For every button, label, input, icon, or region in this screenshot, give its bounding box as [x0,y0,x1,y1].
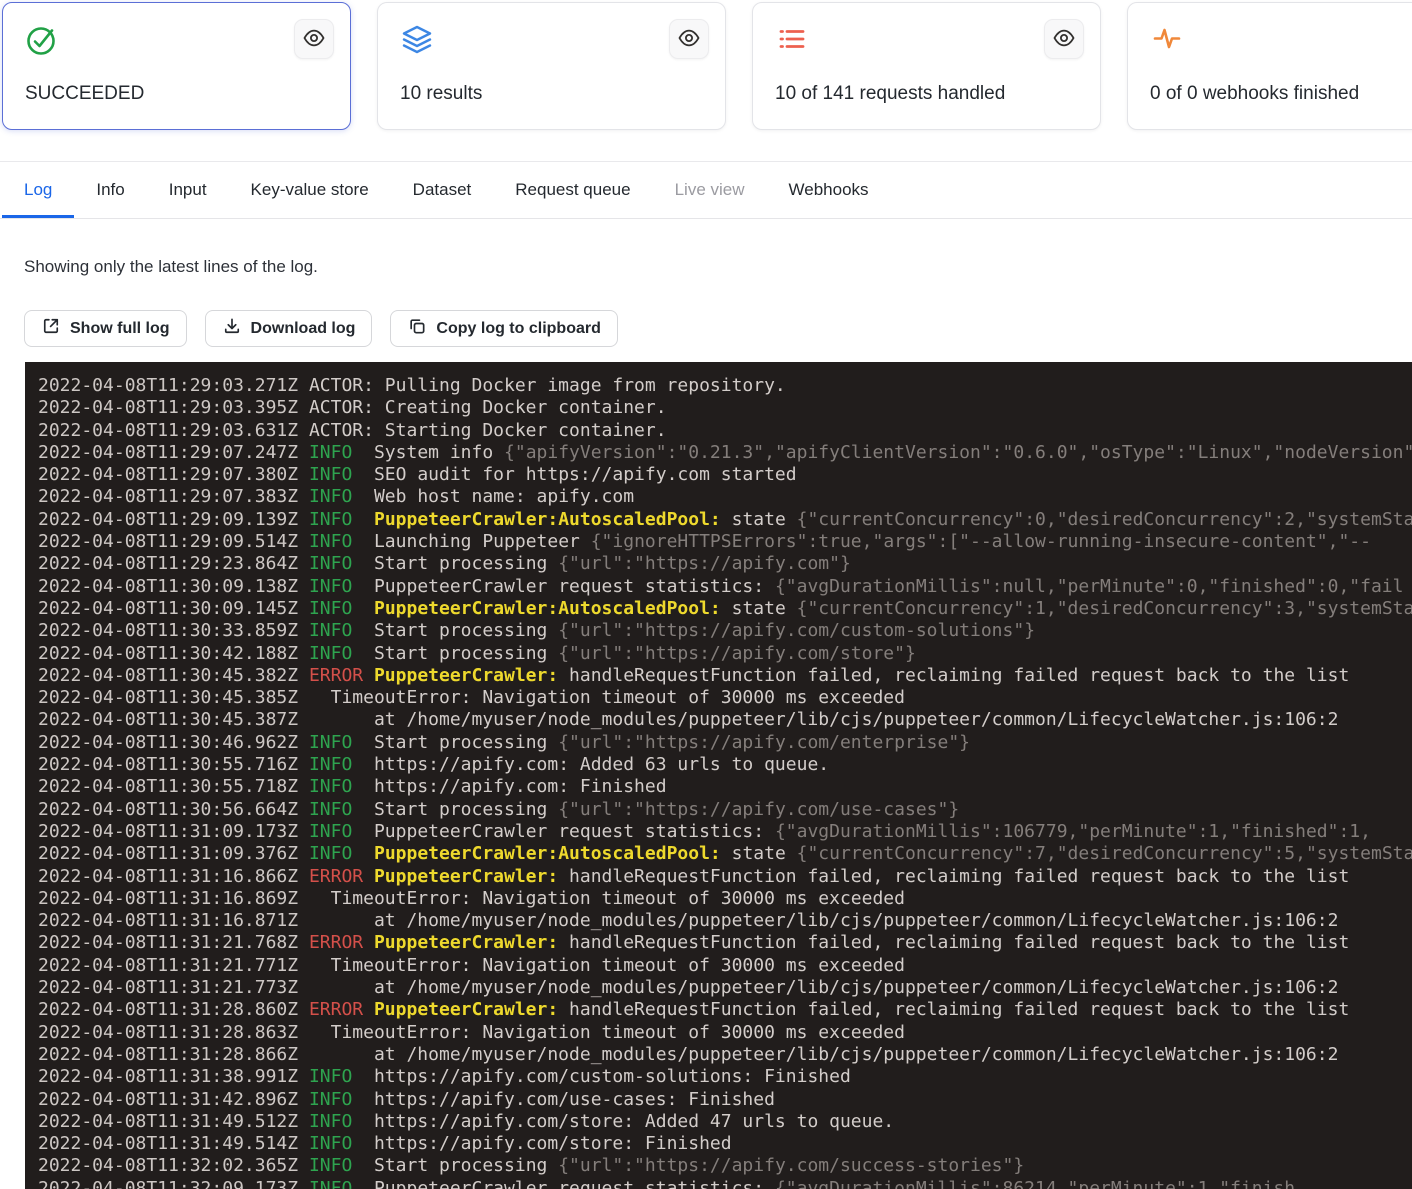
tab-key-value-store[interactable]: Key-value store [229,162,391,218]
log-line: 2022-04-08T11:29:07.247Z INFO System inf… [38,442,1412,464]
log-line: 2022-04-08T11:31:28.866Z at /home/myuser… [38,1044,1412,1066]
log-line: 2022-04-08T11:30:55.716Z INFO https://ap… [38,754,1412,776]
eye-icon [302,26,326,53]
log-line: 2022-04-08T11:30:42.188Z INFO Start proc… [38,643,1412,665]
log-actions: Show full log Download log Copy log to c… [24,310,618,347]
eye-icon [1052,26,1076,53]
log-line: 2022-04-08T11:29:07.383Z INFO Web host n… [38,486,1412,508]
show-full-log-button[interactable]: Show full log [24,310,187,347]
log-line: 2022-04-08T11:30:45.387Z at /home/myuser… [38,709,1412,731]
log-line: 2022-04-08T11:31:16.869Z TimeoutError: N… [38,888,1412,910]
log-line: 2022-04-08T11:31:21.773Z at /home/myuser… [38,977,1412,999]
log-line: 2022-04-08T11:31:49.514Z INFO https://ap… [38,1133,1412,1155]
log-line: 2022-04-08T11:29:03.271Z ACTOR: Pulling … [38,375,1412,397]
view-requests-button[interactable] [1044,19,1084,59]
view-status-button[interactable] [294,19,334,59]
run-detail-tabs: Log Info Input Key-value store Dataset R… [0,161,1412,219]
log-line: 2022-04-08T11:30:45.382Z ERROR Puppeteer… [38,665,1412,687]
log-line: 2022-04-08T11:31:09.173Z INFO PuppeteerC… [38,821,1412,843]
webhooks-finished-label: 0 of 0 webhooks finished [1150,83,1359,105]
show-full-log-label: Show full log [70,320,170,338]
log-line: 2022-04-08T11:31:21.768Z ERROR Puppeteer… [38,932,1412,954]
log-line: 2022-04-08T11:30:45.385Z TimeoutError: N… [38,687,1412,709]
log-line: 2022-04-08T11:29:09.514Z INFO Launching … [38,531,1412,553]
requests-handled-label: 10 of 141 requests handled [775,83,1005,105]
external-link-icon [41,316,61,341]
log-line: 2022-04-08T11:31:49.512Z INFO https://ap… [38,1111,1412,1133]
pulse-icon [1150,23,1184,57]
check-circle-icon [25,23,59,57]
tab-info[interactable]: Info [74,162,146,218]
results-count-label: 10 results [400,83,482,105]
log-line: 2022-04-08T11:31:38.991Z INFO https://ap… [38,1066,1412,1088]
download-icon [222,316,242,341]
log-line: 2022-04-08T11:29:03.631Z ACTOR: Starting… [38,420,1412,442]
view-results-button[interactable] [669,19,709,59]
log-line: 2022-04-08T11:30:09.138Z INFO PuppeteerC… [38,576,1412,598]
log-line: 2022-04-08T11:32:02.365Z INFO Start proc… [38,1155,1412,1177]
log-line: 2022-04-08T11:31:21.771Z TimeoutError: N… [38,955,1412,977]
status-card-requests: 10 of 141 requests handled [752,2,1101,130]
log-line: 2022-04-08T11:31:16.871Z at /home/myuser… [38,910,1412,932]
log-viewer[interactable]: 2022-04-08T11:29:03.271Z ACTOR: Pulling … [25,362,1412,1189]
log-line: 2022-04-08T11:31:42.896Z INFO https://ap… [38,1089,1412,1111]
log-truncation-note: Showing only the latest lines of the log… [24,257,318,277]
status-cards-row: SUCCEEDED 10 results [2,2,1412,130]
list-icon [775,23,809,57]
log-line: 2022-04-08T11:29:03.395Z ACTOR: Creating… [38,397,1412,419]
log-line: 2022-04-08T11:29:07.380Z INFO SEO audit … [38,464,1412,486]
tab-live-view: Live view [653,162,767,218]
copy-log-label: Copy log to clipboard [436,320,600,338]
status-card-webhooks: 0 of 0 webhooks finished [1127,2,1412,130]
log-line: 2022-04-08T11:30:09.145Z INFO PuppeteerC… [38,598,1412,620]
tab-webhooks[interactable]: Webhooks [767,162,891,218]
copy-icon [407,316,427,341]
run-status-label: SUCCEEDED [25,83,144,105]
log-line: 2022-04-08T11:30:55.718Z INFO https://ap… [38,776,1412,798]
layers-icon [400,23,434,57]
tab-log[interactable]: Log [2,162,74,218]
log-line: 2022-04-08T11:29:09.139Z INFO PuppeteerC… [38,509,1412,531]
log-line: 2022-04-08T11:30:33.859Z INFO Start proc… [38,620,1412,642]
eye-icon [677,26,701,53]
download-log-label: Download log [251,320,356,338]
log-line: 2022-04-08T11:31:28.860Z ERROR Puppeteer… [38,999,1412,1021]
log-line: 2022-04-08T11:29:23.864Z INFO Start proc… [38,553,1412,575]
status-card-results: 10 results [377,2,726,130]
tab-request-queue[interactable]: Request queue [493,162,652,218]
tab-dataset[interactable]: Dataset [391,162,494,218]
log-line: 2022-04-08T11:30:46.962Z INFO Start proc… [38,732,1412,754]
log-line: 2022-04-08T11:31:28.863Z TimeoutError: N… [38,1022,1412,1044]
download-log-button[interactable]: Download log [205,310,373,347]
status-card-run-status: SUCCEEDED [2,2,351,130]
copy-log-button[interactable]: Copy log to clipboard [390,310,617,347]
tab-input[interactable]: Input [147,162,229,218]
log-line: 2022-04-08T11:31:16.866Z ERROR Puppeteer… [38,866,1412,888]
log-line: 2022-04-08T11:30:56.664Z INFO Start proc… [38,799,1412,821]
log-line: 2022-04-08T11:32:09.173Z INFO PuppeteerC… [38,1178,1412,1189]
log-line: 2022-04-08T11:31:09.376Z INFO PuppeteerC… [38,843,1412,865]
